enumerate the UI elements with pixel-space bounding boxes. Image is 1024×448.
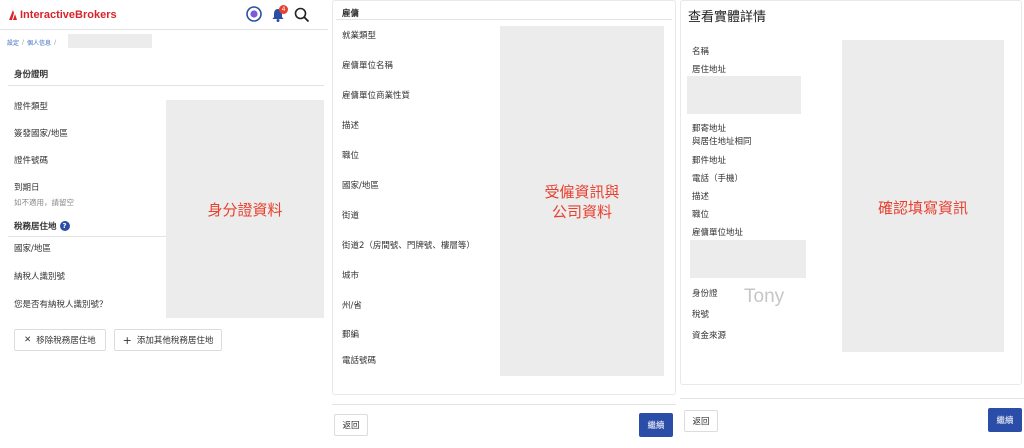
field-description: 描述 (342, 121, 360, 131)
field-id-number: 證件號碼 (14, 156, 49, 166)
app-logo[interactable]: InteractiveBrokers (8, 9, 117, 21)
section-divider (8, 85, 324, 86)
field-street2: 街道2（房間號、門牌號、樓層等） (342, 241, 475, 251)
field-mailing-address: 郵寄地址 (692, 124, 727, 134)
close-icon: ✕ (24, 335, 32, 345)
redacted-address (687, 76, 801, 114)
continue-button[interactable]: 繼續 (988, 408, 1022, 432)
name-watermark: Tony (744, 286, 785, 307)
remove-tax-residence-button[interactable]: ✕ 移除稅務居住地 (14, 329, 106, 351)
header-divider (0, 29, 328, 30)
redacted-breadcrumb (68, 34, 152, 48)
section-divider (336, 19, 672, 20)
field-position: 職位 (692, 210, 710, 220)
annotation-confirm: 確認填寫資訊 (877, 199, 968, 217)
breadcrumb: 設定 / 個人信息 / (7, 38, 57, 47)
expiry-hint: 如不適用，請留空 (14, 198, 74, 207)
field-tax-number: 稅號 (692, 310, 710, 320)
field-expiry-date: 到期日 (14, 183, 40, 193)
field-residential-address: 居住地址 (692, 65, 727, 75)
field-email: 郵件地址 (692, 156, 727, 166)
search-icon[interactable] (294, 7, 310, 23)
field-tin: 納稅人識別號 (14, 272, 66, 282)
footer-divider (332, 404, 676, 405)
field-employer-business: 雇傭單位商業性質 (342, 91, 411, 101)
bell-icon[interactable]: 4 (270, 5, 288, 23)
section-tax-title: 稅務居住地 ? (14, 220, 70, 232)
breadcrumb-settings[interactable]: 設定 (7, 38, 19, 47)
notification-badge: 4 (279, 5, 288, 14)
field-country: 國家/地區 (342, 181, 379, 191)
field-employment-type: 就業類型 (342, 31, 377, 41)
field-has-tin: 您是否有納稅人識別號？ (14, 300, 108, 310)
field-position: 職位 (342, 151, 360, 161)
field-state: 州/省 (342, 301, 362, 311)
field-street: 街道 (342, 211, 360, 221)
help-icon[interactable]: ? (59, 221, 70, 231)
redacted-employer-address (690, 240, 806, 278)
logo-text: InteractiveBrokers (20, 9, 117, 21)
field-city: 城市 (342, 271, 360, 281)
back-button[interactable]: 返回 (684, 410, 718, 432)
section-employment-title: 雇傭 (342, 9, 360, 19)
plus-icon: + (122, 333, 132, 347)
field-employer-address: 雇傭單位地址 (692, 228, 744, 238)
add-tax-residence-button[interactable]: + 添加其他稅務居住地 (114, 329, 222, 351)
value-same-as-residential: 與居住地址相同 (692, 137, 752, 147)
field-employer-name: 雇傭單位名稱 (342, 61, 394, 71)
field-description: 描述 (692, 192, 710, 202)
page-title: 查看實體詳情 (688, 10, 767, 25)
chat-assistant-icon[interactable] (246, 6, 262, 22)
section-tax-label: 稅務居住地 (14, 222, 57, 232)
section-id-title: 身份證明 (14, 70, 49, 80)
redacted-entity-values (842, 40, 1004, 352)
back-button[interactable]: 返回 (334, 414, 368, 436)
annotation-employment: 受僱資訊與 公司資料 (544, 183, 620, 221)
field-phone: 電話號碼 (342, 356, 377, 366)
field-issuing-country: 簽發國家/地區 (14, 129, 68, 139)
ib-logo-icon (9, 10, 17, 20)
continue-button[interactable]: 繼續 (639, 413, 673, 437)
breadcrumb-personal-info[interactable]: 個人信息 (27, 38, 51, 47)
employment-panel: 雇傭 就業類型 雇傭單位名稱 雇傭單位商業性質 描述 職位 國家/地區 街道 街… (332, 0, 676, 448)
field-source-of-funds: 資金來源 (692, 331, 727, 341)
field-name: 名稱 (692, 47, 710, 57)
field-id-card: 身份證 (692, 289, 718, 299)
footer-divider (680, 398, 1024, 399)
annotation-identity: 身分證資料 (207, 201, 283, 219)
entity-details-panel: 查看實體詳情 名稱 居住地址 郵寄地址 與居住地址相同 郵件地址 電話（手機） … (680, 0, 1024, 448)
field-postal-code: 郵編 (342, 330, 360, 340)
field-mobile: 電話（手機） (692, 174, 744, 184)
field-tax-country: 國家/地區 (14, 244, 51, 254)
field-id-type: 證件類型 (14, 102, 49, 112)
identity-panel: InteractiveBrokers 4 設定 / 個人信息 / 身份證明 證件… (0, 0, 328, 448)
